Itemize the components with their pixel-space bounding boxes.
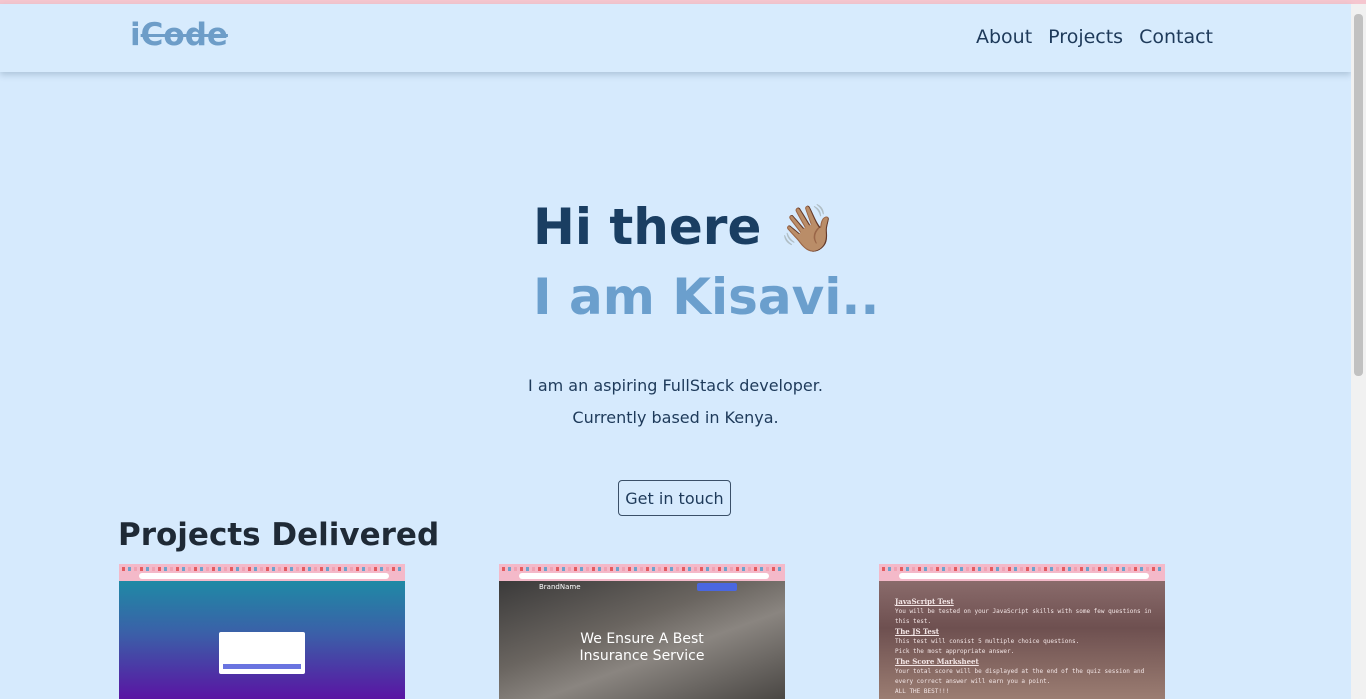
projects-title: Projects Delivered: [118, 517, 440, 553]
hero-greeting: Hi there 👋🏽: [533, 198, 837, 256]
js-test-heading: The Score Marksheet: [895, 657, 979, 666]
tab-strip: [502, 567, 782, 571]
tagline-role: I am an aspiring FullStack developer.: [528, 376, 823, 395]
browser-bar: [879, 564, 1165, 581]
logo[interactable]: iCode: [130, 17, 228, 53]
waving-hand-icon: 👋🏽: [779, 201, 837, 255]
cta-preview: [697, 583, 737, 591]
js-test-line: Pick the most appropriate answer.: [895, 648, 1015, 655]
hero-name: I am Kisavi..: [533, 268, 880, 326]
url-bar: [519, 573, 769, 579]
get-in-touch-button[interactable]: Get in touch: [618, 480, 731, 516]
headline-line-2: Insurance Service: [579, 648, 705, 664]
brand-name: BrandName: [539, 583, 581, 591]
url-bar: [139, 573, 389, 579]
nav-link-about[interactable]: About: [976, 26, 1032, 48]
project-card-2[interactable]: BrandName We Ensure A Best Insurance Ser…: [499, 564, 785, 699]
insurance-headline: We Ensure A Best Insurance Service: [499, 631, 785, 665]
tab-strip: [882, 567, 1162, 571]
project-card-3[interactable]: JavaScript Test You will be tested on yo…: [879, 564, 1165, 699]
nav-link-projects[interactable]: Projects: [1048, 26, 1123, 48]
js-test-text: JavaScript Test You will be tested on yo…: [895, 597, 1155, 697]
js-test-line: This test will consist 5 multiple choice…: [895, 638, 1080, 645]
tagline-location: Currently based in Kenya.: [572, 408, 779, 427]
scrollbar[interactable]: [1351, 4, 1366, 699]
project-screenshot: BrandName We Ensure A Best Insurance Ser…: [499, 581, 785, 699]
nav-link-contact[interactable]: Contact: [1139, 26, 1213, 48]
navbar: iCode About Projects Contact: [0, 4, 1351, 72]
browser-bar: [119, 564, 405, 581]
hero-greeting-text: Hi there: [533, 198, 762, 256]
login-form-preview: [219, 632, 305, 674]
js-test-line: You will be tested on your JavaScript sk…: [895, 608, 1152, 625]
tab-strip: [122, 567, 402, 571]
project-screenshot: JavaScript Test You will be tested on yo…: [879, 581, 1165, 699]
url-bar: [899, 573, 1149, 579]
js-test-line: ALL THE BEST!!!: [895, 688, 950, 695]
browser-bar: [499, 564, 785, 581]
headline-line-1: We Ensure A Best: [580, 631, 704, 647]
js-test-title: JavaScript Test: [895, 597, 954, 606]
logo-rest: Code: [140, 17, 228, 53]
js-test-line: Your total score will be displayed at th…: [895, 668, 1145, 685]
project-card-1[interactable]: [119, 564, 405, 699]
login-button-preview: [223, 664, 301, 669]
nav-links: About Projects Contact: [976, 26, 1213, 48]
logo-first: i: [130, 17, 141, 53]
project-screenshot: [119, 581, 405, 699]
scrollbar-thumb[interactable]: [1354, 14, 1363, 376]
js-test-heading: The JS Test: [895, 627, 940, 636]
